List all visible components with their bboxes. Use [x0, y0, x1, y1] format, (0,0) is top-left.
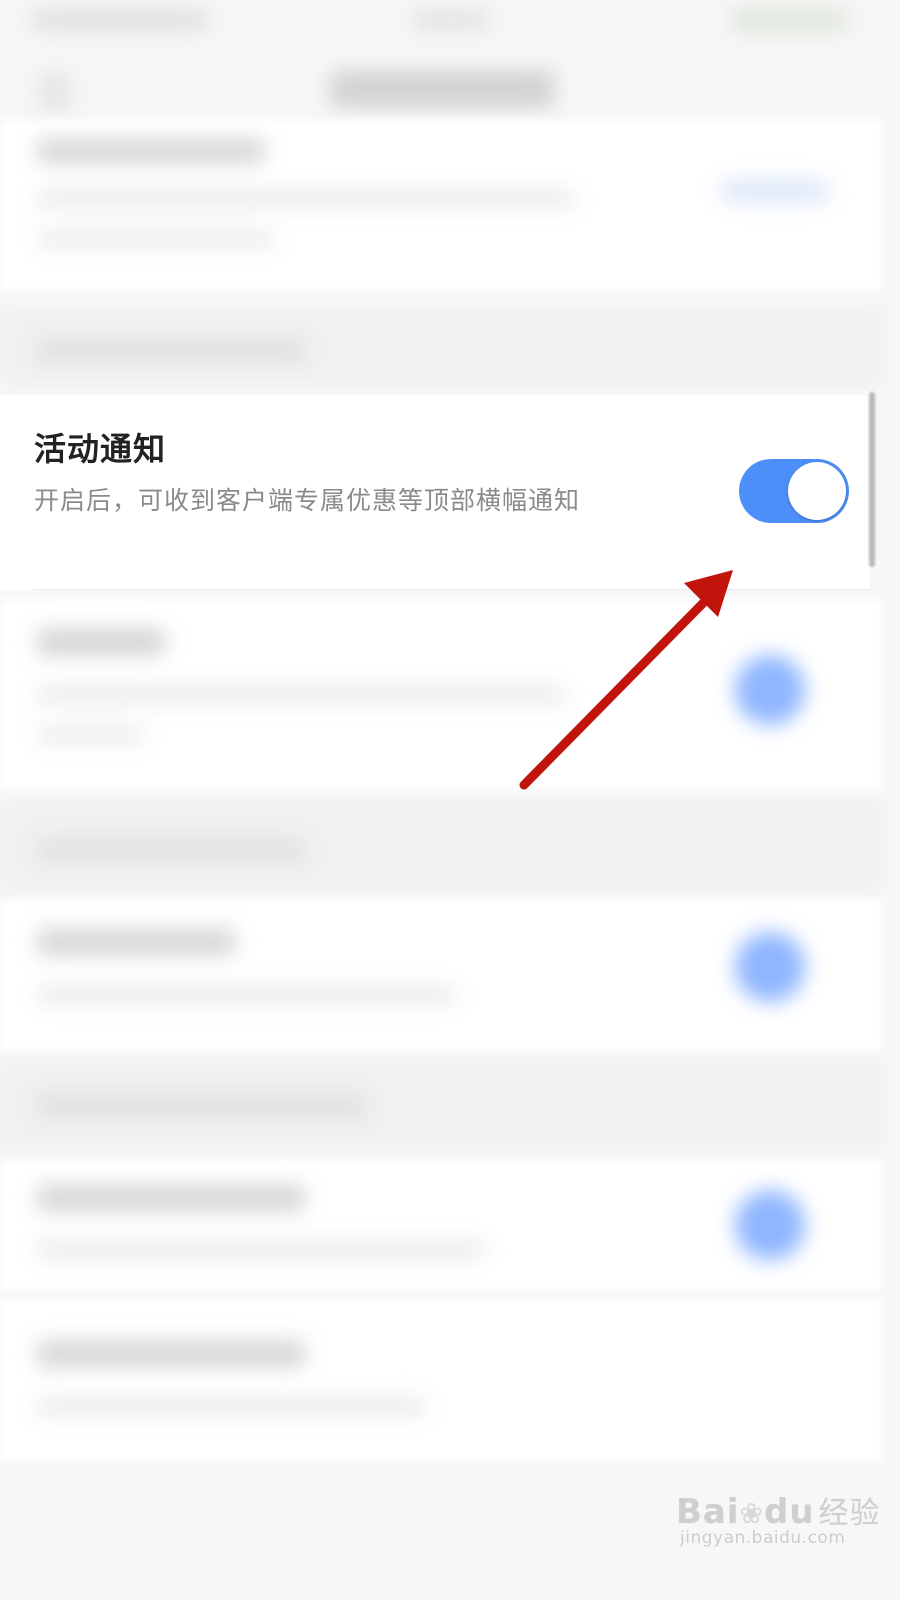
watermark-logo-text: Bai: [676, 1492, 740, 1532]
paw-icon: ❀: [739, 1497, 764, 1530]
baidu-jingyan-watermark-logo: Bai❀du 经验: [676, 1488, 881, 1532]
watermark-url: jingyan.baidu.com: [680, 1528, 846, 1548]
watermark-logo-cn: 经验: [818, 1496, 881, 1531]
annotation-arrow-icon: [519, 570, 733, 790]
watermark-logo-tail: du: [763, 1492, 815, 1532]
